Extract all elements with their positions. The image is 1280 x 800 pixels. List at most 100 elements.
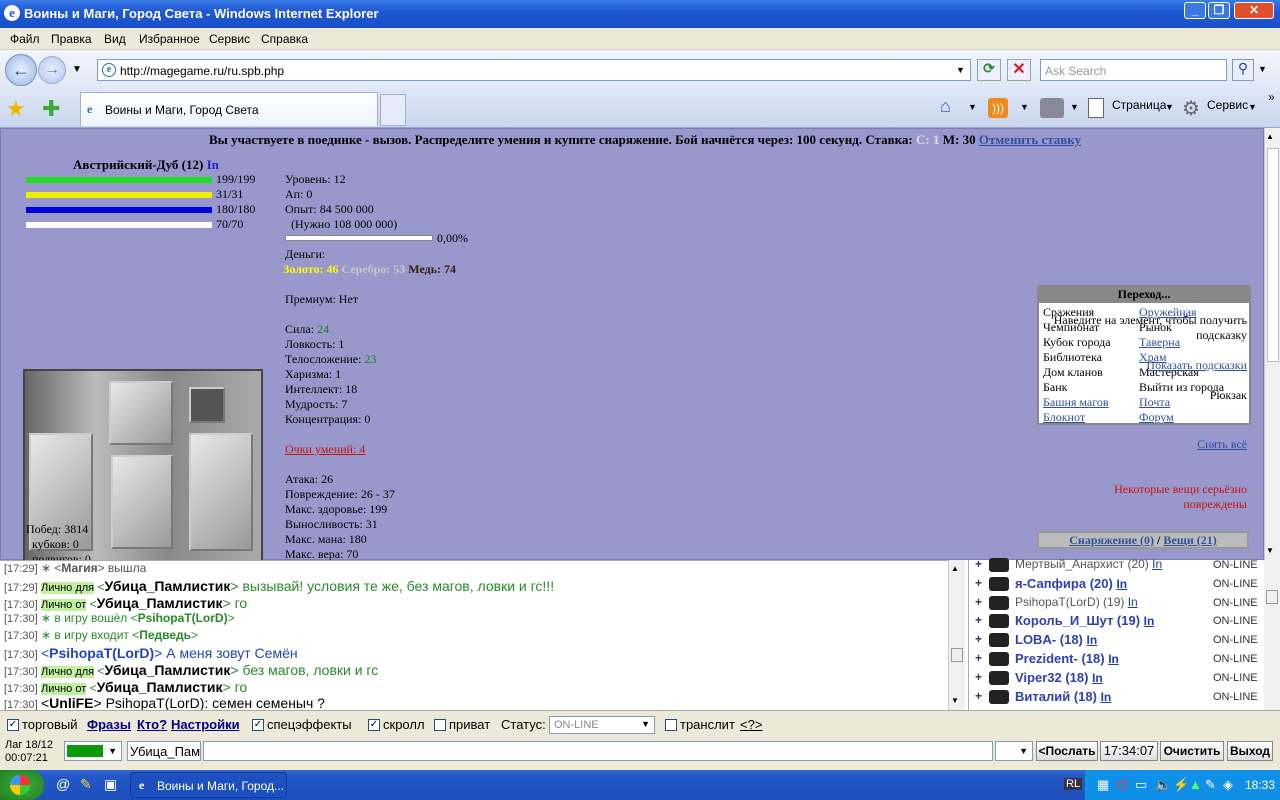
search-options-icon[interactable]: ▼ [1258,64,1267,74]
user-info-link[interactable]: In [1092,671,1103,685]
scroll-up-icon[interactable]: ▲ [1266,132,1274,141]
settings-link[interactable]: Настройки [171,717,240,732]
user-name[interactable]: Король_И_Шут (19) In [1015,613,1154,628]
menu-file[interactable]: Файл [10,32,40,46]
user-info-link[interactable]: In [1128,595,1138,609]
chat-nick[interactable]: UnliFE [49,695,93,711]
rss-dropdown-icon[interactable]: ▼ [1020,102,1029,112]
tray-network-icon[interactable]: ▦ [1097,777,1109,793]
tray-display-icon[interactable]: ▭ [1135,777,1147,793]
menu-view[interactable]: Вид [104,32,126,46]
stop-icon[interactable]: ✕ [1007,59,1031,81]
tray-security-icon[interactable]: ◈ [1223,777,1233,793]
quicklaunch-email-icon[interactable]: @ [56,776,70,792]
user-name[interactable]: LOBA- (18) In [1015,632,1097,647]
quicklaunch-app-icon[interactable]: ✎ [80,776,92,793]
back-icon[interactable]: ← [5,54,37,86]
nav-link[interactable]: Почта [1139,395,1170,410]
nav-link[interactable]: Блокнот [1043,410,1085,425]
page-menu[interactable]: Страница [1112,98,1166,112]
new-tab-button[interactable] [380,94,406,126]
status-select[interactable]: ON-LINE ▼ [549,716,655,734]
print-dropdown-icon[interactable]: ▼ [1070,102,1079,112]
user-name[interactable]: Prezident- (18) In [1015,651,1119,666]
tools-dropdown-icon[interactable]: ▼ [1248,102,1257,112]
add-favorite-icon[interactable]: ✚ [42,96,60,122]
tray-app-icon[interactable]: ✎ [1205,777,1216,793]
chat-nick[interactable]: Убица_Памлистик [104,578,230,594]
nav-link[interactable]: Форум [1139,410,1174,425]
user-name[interactable]: Viper32 (18) In [1015,670,1103,685]
chat-nick[interactable]: Магия [61,561,97,575]
character-in-link[interactable]: In [207,157,219,172]
user-info-link[interactable]: In [1144,614,1155,628]
private-checkbox[interactable] [434,719,446,731]
chat-nick[interactable]: Убица_Памлистик [97,595,223,611]
menu-tools[interactable]: Сервис [209,32,250,46]
rss-icon[interactable]: ))) [988,98,1008,118]
armor-slot[interactable] [111,455,173,549]
game-scrollbar[interactable]: ▲ ▼ [1264,128,1280,560]
remove-all-link[interactable]: Снять всё [1197,437,1247,452]
trade-checkbox[interactable]: ✓ [7,719,19,731]
search-input[interactable]: Ask Search [1040,59,1227,81]
nick-field[interactable]: Убица_Пам [127,741,201,761]
history-dropdown[interactable]: ▼ [995,741,1033,761]
translit-checkbox[interactable] [665,719,677,731]
user-info-link[interactable]: In [1152,557,1162,571]
user-expand-icon[interactable]: + [975,576,982,590]
home-icon[interactable]: ⌂ [940,96,951,117]
helmet-slot[interactable] [109,381,173,445]
menu-edit[interactable]: Правка [51,32,92,46]
chat-nick[interactable]: Убица_Памлистик [97,679,223,695]
skill-points-link[interactable]: Очки умений: 4 [285,442,365,457]
tray-update-icon[interactable]: ▲ [1189,777,1202,792]
close-button[interactable]: ✕ [1234,2,1274,19]
tray-volume-icon[interactable]: 🔈 [1155,777,1171,793]
user-name[interactable]: PsihopaT(LorD) (19) In [1015,595,1138,609]
user-expand-icon[interactable]: + [975,613,982,627]
tray-opera-icon[interactable]: O [1117,777,1127,792]
color-select[interactable]: ▼ [64,741,122,761]
favorites-star-icon[interactable]: ★ [6,96,26,122]
message-input[interactable] [203,741,993,761]
who-link[interactable]: Кто? [137,717,167,732]
minimize-button[interactable]: _ [1184,2,1206,19]
user-expand-icon[interactable]: + [975,632,982,646]
user-name[interactable]: Мертвый_Анархист (20) In [1015,557,1162,571]
things-tab[interactable]: Вещи (21) [1163,533,1216,547]
address-dropdown-icon[interactable]: ▼ [956,65,965,75]
user-info-link[interactable]: In [1087,633,1098,647]
show-hints-link[interactable]: Показать подсказки [1146,358,1247,373]
chat-scrollbar[interactable]: ▲ ▼ [948,560,965,710]
tools-menu[interactable]: Сервис [1207,98,1248,112]
home-dropdown-icon[interactable]: ▼ [968,102,977,112]
start-button[interactable] [0,770,44,800]
language-indicator[interactable]: RL [1064,778,1083,790]
shield-slot[interactable] [189,433,253,551]
amulet-slot[interactable] [189,387,225,423]
user-list-scrollbar[interactable] [1264,560,1280,710]
search-icon[interactable]: ⚲ [1232,59,1254,81]
print-icon[interactable] [1040,98,1064,118]
scroll-checkbox[interactable]: ✓ [368,719,380,731]
user-info-link[interactable]: In [1101,690,1112,704]
user-expand-icon[interactable]: + [975,689,982,703]
gear-tab[interactable]: Снаряжение (0) [1069,533,1154,547]
chat-scroll-thumb[interactable] [951,648,963,662]
user-info-link[interactable]: In [1116,577,1127,591]
chat-nick[interactable]: Убица_Памлистик [104,662,230,678]
user-name[interactable]: Виталий (18) In [1015,689,1111,704]
chat-nick[interactable]: Педведь [139,628,191,642]
page-dropdown-icon[interactable]: ▼ [1165,102,1174,112]
phrases-link[interactable]: Фразы [87,717,131,732]
tray-usb-icon[interactable]: ⚡ [1173,777,1189,793]
chat-scroll-up-icon[interactable]: ▲ [951,564,959,573]
translit-help-link[interactable]: <?> [740,717,762,732]
effects-checkbox[interactable]: ✓ [252,719,264,731]
refresh-icon[interactable]: ⟳ [977,59,1001,81]
maximize-button[interactable]: ❐ [1208,2,1230,19]
user-name[interactable]: я-Сапфира (20) In [1015,576,1127,591]
chat-nick[interactable]: PsihopaT(LorD) [138,611,228,625]
forward-icon[interactable]: → [38,56,66,84]
